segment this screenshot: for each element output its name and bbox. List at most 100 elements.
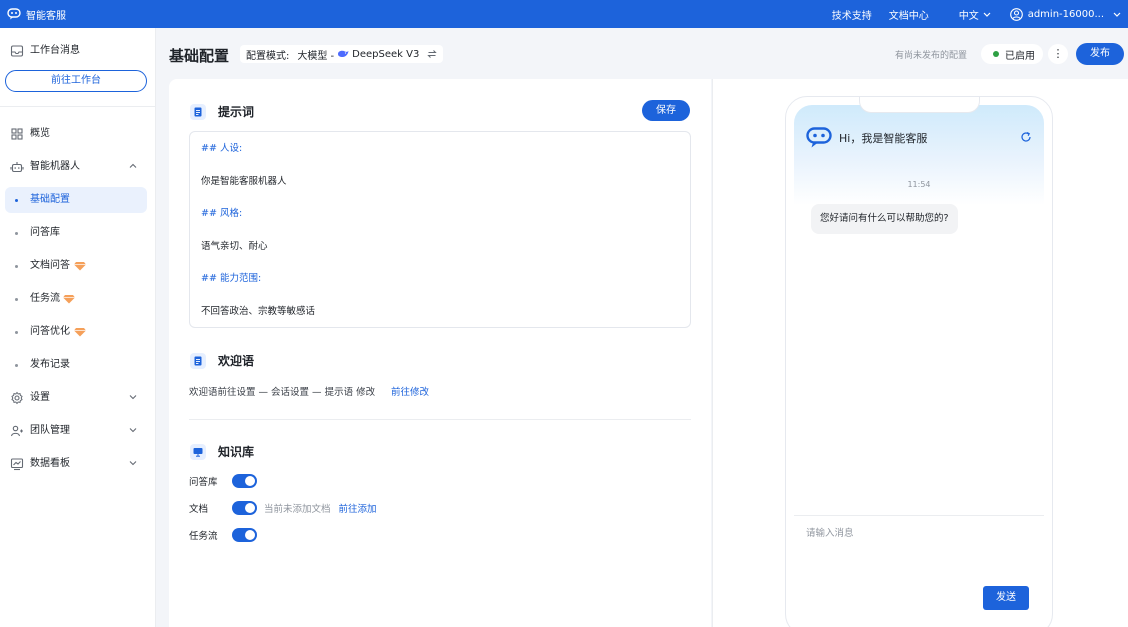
sidebar-item-label: 数据看板 — [30, 458, 70, 469]
publish-button[interactable]: 发布 — [1076, 43, 1124, 65]
config-card: 提示词 保存 ## 人设: 你是智能客服机器人 ## 风格: 语气亲切、耐心 #… — [169, 79, 711, 627]
chevron-down-icon — [129, 395, 137, 400]
app-name: 智能客服 — [26, 10, 66, 22]
toggle-knob — [245, 476, 255, 486]
document-icon — [190, 352, 206, 369]
preview-pane: Hi，我是智能客服 11:54 您好请问有什么可以帮助您的? 发送 — [712, 79, 1128, 627]
knowledge-section-title: 知识库 — [190, 443, 254, 460]
top-bar: 智能客服 技术支持 文档中心 中文 admin-16000... — [0, 0, 1128, 28]
sidebar-item-label: 团队管理 — [30, 425, 70, 436]
sidebar-subitem-publish-records[interactable]: 发布记录 — [5, 352, 147, 378]
status-toggle[interactable]: 已启用 — [981, 44, 1043, 64]
prompt-section-title: 提示词 — [190, 103, 254, 120]
user-name: admin-16000... — [1027, 8, 1104, 20]
bullet-dot — [15, 331, 18, 334]
phone-preview: Hi，我是智能客服 11:54 您好请问有什么可以帮助您的? 发送 — [785, 96, 1053, 627]
sidebar-item-dashboard[interactable]: 数据看板 — [0, 451, 156, 477]
kb-label: 文档 — [189, 504, 209, 515]
section-title-text: 提示词 — [218, 105, 255, 119]
config-mode-selector[interactable]: 配置模式: 大模型 - DeepSeek V3 — [240, 45, 444, 63]
premium-diamond-icon — [74, 328, 86, 337]
qa-library-toggle[interactable] — [232, 474, 257, 488]
language-selector[interactable]: 中文 — [959, 7, 992, 22]
sidebar-item-label: 智能机器人 — [30, 161, 80, 172]
chevron-up-icon — [129, 163, 137, 168]
bullet-dot — [15, 265, 18, 268]
docs-toggle[interactable] — [232, 501, 257, 515]
deepseek-whale-icon — [338, 50, 349, 57]
sidebar-item-team[interactable]: 团队管理 — [0, 418, 156, 444]
kb-label: 任务流 — [189, 531, 218, 542]
more-options-button[interactable]: ⋮ — [1048, 44, 1068, 64]
bot-greeting-title: Hi，我是智能客服 — [839, 132, 928, 145]
bullet-dot — [15, 298, 18, 301]
sidebar-item-overview[interactable]: 概览 — [0, 121, 156, 147]
sidebar-subitem-doc-qa[interactable]: 文档问答 — [5, 253, 147, 279]
header-gradient — [794, 105, 1044, 205]
sidebar-subitem-label: 问答优化 — [30, 326, 70, 337]
prompt-line: 不回答政治、宗教等敏感话 — [201, 306, 316, 317]
refresh-icon[interactable] — [1020, 131, 1032, 143]
tech-support-link[interactable]: 技术支持 — [832, 7, 872, 22]
sidebar-item-settings[interactable]: 设置 — [0, 385, 156, 411]
bullet-dot — [15, 232, 18, 235]
swap-icon — [427, 50, 438, 58]
sidebar-item-workbench-messages[interactable]: 工作台消息 — [0, 38, 156, 64]
toggle-knob — [245, 503, 255, 513]
chart-board-icon — [10, 458, 24, 471]
grid-icon — [11, 128, 23, 140]
send-button[interactable]: 发送 — [983, 586, 1029, 610]
chevron-down-icon — [983, 12, 991, 17]
welcome-text: 欢迎语前往设置 — 会话设置 — 提示语 修改 — [189, 387, 376, 398]
prompt-editor[interactable]: ## 人设: 你是智能客服机器人 ## 风格: 语气亲切、耐心 ## 能力范围:… — [189, 131, 691, 328]
team-icon — [10, 425, 23, 437]
user-menu[interactable]: admin-16000... — [1009, 7, 1122, 21]
robot-icon — [10, 162, 24, 173]
gear-icon — [11, 391, 23, 405]
sidebar-subitem-qa-library[interactable]: 问答库 — [5, 220, 147, 246]
no-docs-note: 当前未添加文档 — [264, 504, 331, 515]
prompt-line: ## 人设: — [201, 143, 243, 154]
chevron-down-icon — [1113, 12, 1121, 17]
docs-center-link[interactable]: 文档中心 — [889, 7, 929, 22]
sidebar-subitem-task-flow[interactable]: 任务流 — [5, 286, 147, 312]
chevron-down-icon — [129, 461, 137, 466]
bullet-dot — [15, 199, 18, 202]
bullet-dot — [15, 364, 18, 367]
go-add-link[interactable]: 前往添加 — [339, 501, 377, 515]
premium-diamond-icon — [63, 295, 75, 304]
kb-row-task-flow: 任务流 — [189, 527, 257, 543]
sidebar-subitem-basic-config[interactable]: 基础配置 — [5, 187, 147, 213]
save-button[interactable]: 保存 — [642, 100, 690, 121]
kb-row-docs: 文档 当前未添加文档 前往添加 — [189, 500, 377, 516]
sidebar-subitem-label: 发布记录 — [30, 359, 70, 370]
phone-notch — [859, 97, 980, 113]
prompt-line: ## 风格: — [201, 208, 243, 219]
language-label: 中文 — [958, 10, 979, 22]
go-workbench-button[interactable]: 前往工作台 — [5, 70, 147, 92]
inbox-icon — [10, 45, 24, 57]
document-icon — [190, 103, 206, 120]
chat-bot-logo-icon — [806, 127, 832, 148]
prompt-line: ## 能力范围: — [201, 273, 262, 284]
sidebar-item-robot[interactable]: 智能机器人 — [0, 154, 156, 180]
sidebar-subitem-qa-optimize[interactable]: 问答优化 — [5, 319, 147, 345]
page-title: 基础配置 — [169, 47, 230, 65]
brand[interactable]: 智能客服 — [7, 7, 66, 22]
task-flow-toggle[interactable] — [232, 528, 257, 542]
message-time: 11:54 — [907, 180, 931, 189]
section-divider — [189, 419, 691, 420]
sidebar-divider — [0, 106, 155, 107]
prompt-line: 你是智能客服机器人 — [201, 176, 287, 187]
sidebar-subitem-label: 基础配置 — [30, 194, 70, 205]
welcome-section-title: 欢迎语 — [190, 352, 254, 369]
bot-message-bubble: 您好请问有什么可以帮助您的? — [811, 204, 958, 234]
go-modify-link[interactable]: 前往修改 — [391, 384, 429, 398]
config-mode-label: 配置模式: — [246, 50, 290, 62]
prompt-line: 语气亲切、耐心 — [201, 241, 268, 252]
model-name: DeepSeek V3 — [352, 48, 420, 60]
unpublished-note: 有尚未发布的配置 — [895, 51, 968, 61]
message-input[interactable] — [806, 525, 1026, 541]
chevron-down-icon — [129, 428, 137, 433]
status-dot — [993, 51, 999, 57]
